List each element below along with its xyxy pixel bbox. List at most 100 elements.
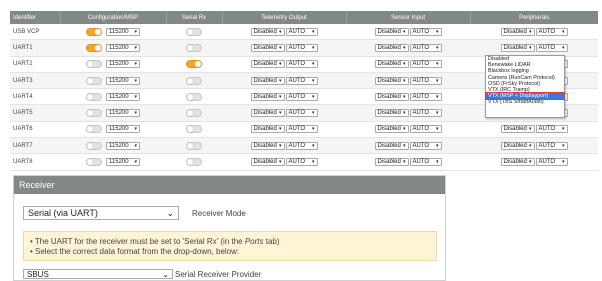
serial-rx-toggle[interactable] [186,43,202,52]
sensor-select[interactable]: Disabled ▾ [374,158,409,167]
telemetry-select-value: Disabled [253,77,277,84]
sensor-baud-select[interactable]: AUTO ▾ [409,76,442,85]
telemetry-baud-select[interactable]: AUTO ▾ [285,60,318,69]
sensor-baud-select[interactable]: AUTO ▾ [409,158,442,167]
telemetry-baud-select[interactable]: AUTO ▾ [285,43,318,52]
peripheral-baud-select[interactable]: AUTO ▾ [535,43,568,52]
sensor-select-value: Disabled [377,142,401,149]
telemetry-select[interactable]: Disabled ▾ [250,60,285,69]
baud-select[interactable]: 115200 ▾ [106,125,140,134]
sensor-select[interactable]: Disabled ▾ [374,109,409,118]
serial-rx-toggle[interactable] [186,158,202,167]
telemetry-select[interactable]: Disabled ▾ [250,92,285,101]
baud-select[interactable]: 115200 ▾ [106,141,140,150]
msp-toggle[interactable] [86,92,102,101]
peripheral-select[interactable]: Disabled▾ [500,43,535,52]
telemetry-baud-select[interactable]: AUTO ▾ [285,109,318,118]
baud-select[interactable]: 115200 ▾ [106,43,140,52]
msp-toggle[interactable] [86,76,102,85]
baud-select[interactable]: 115200 ▾ [106,27,140,36]
peripheral-baud-select[interactable]: AUTO ▾ [535,158,568,167]
receiver-mode-select[interactable]: Serial (via UART) ⌄ [23,206,179,220]
sensor-select[interactable]: Disabled ▾ [374,141,409,150]
sensor-select[interactable]: Disabled ▾ [374,125,409,134]
sensor-cell: Disabled ▾ AUTO ▾ [346,104,470,122]
serial-rx-toggle[interactable] [186,60,202,69]
peripheral-option[interactable]: Camera (RunCam Protocol) [486,75,564,81]
peripheral-dropdown-menu[interactable]: Disabled Benewake LIDAR Blackbox logging… [485,55,565,118]
receiver-note: • The UART for the receiver must be set … [23,231,437,261]
serial-rx-toggle[interactable] [186,92,202,101]
peripheral-baud-select[interactable]: AUTO ▾ [535,141,568,150]
chevron-down-icon: ▾ [311,110,315,117]
serial-provider-select[interactable]: SBUS ⌄ [23,269,173,279]
configuration-msp-cell: 115200 ▾ [60,39,166,57]
serial-rx-toggle[interactable] [186,125,202,134]
sensor-baud-select-value: AUTO [412,126,430,133]
sensor-select[interactable]: Disabled ▾ [374,27,409,36]
chevron-down-icon: ▾ [278,28,282,35]
configuration-msp-cell: 115200 ▾ [60,56,166,73]
telemetry-select-value: Disabled [253,93,277,100]
telemetry-baud-select[interactable]: AUTO ▾ [285,76,318,85]
telemetry-select[interactable]: Disabled ▾ [250,76,285,85]
telemetry-select-value: Disabled [253,44,277,51]
baud-select[interactable]: 115200 ▾ [106,109,140,118]
telemetry-baud-select[interactable]: AUTO ▾ [285,125,318,134]
sensor-baud-select[interactable]: AUTO ▾ [409,92,442,101]
peripheral-select[interactable]: Disabled▾ [500,158,535,167]
telemetry-cell: Disabled ▾ AUTO ▾ [222,24,346,41]
peripheral-select[interactable]: Disabled▾ [500,141,535,150]
msp-toggle[interactable] [86,43,102,52]
baud-select[interactable]: 115200 ▾ [106,92,140,101]
sensor-baud-select[interactable]: AUTO ▾ [409,141,442,150]
sensor-baud-select[interactable]: AUTO ▾ [409,60,442,69]
telemetry-select[interactable]: Disabled ▾ [250,27,285,36]
sensor-select[interactable]: Disabled ▾ [374,43,409,52]
sensor-baud-select[interactable]: AUTO ▾ [409,43,442,52]
sensor-select[interactable]: Disabled ▾ [374,92,409,101]
baud-select[interactable]: 115200 ▾ [106,60,140,69]
sensor-cell: Disabled ▾ AUTO ▾ [346,39,470,57]
baud-select-value: 115200 [109,28,129,35]
sensor-select[interactable]: Disabled ▾ [374,76,409,85]
baud-select-value: 115200 [109,61,129,68]
sensor-baud-select[interactable]: AUTO ▾ [409,125,442,134]
serial-rx-toggle[interactable] [186,27,202,36]
telemetry-baud-select[interactable]: AUTO ▾ [285,158,318,167]
chevron-down-icon: ▾ [435,126,439,133]
sensor-cell: Disabled ▾ AUTO ▾ [346,72,470,90]
serial-rx-toggle[interactable] [186,141,202,150]
telemetry-baud-select[interactable]: AUTO ▾ [285,92,318,101]
peripheral-select[interactable]: Disabled▾ [500,125,535,134]
telemetry-select[interactable]: Disabled ▾ [250,141,285,150]
msp-toggle[interactable] [86,27,102,36]
sensor-baud-select[interactable]: AUTO ▾ [409,27,442,36]
sensor-select[interactable]: Disabled ▾ [374,60,409,69]
peripheral-select[interactable]: Disabled▾ [500,27,535,36]
serial-rx-toggle[interactable] [186,76,202,85]
baud-select[interactable]: 115200 ▾ [106,76,140,85]
telemetry-select[interactable]: Disabled ▾ [250,125,285,134]
msp-toggle[interactable] [86,125,102,134]
telemetry-select[interactable]: Disabled ▾ [250,158,285,167]
telemetry-select[interactable]: Disabled ▾ [250,109,285,118]
msp-toggle[interactable] [86,60,102,69]
toggle-knob [195,61,201,68]
toggle-knob [187,93,193,100]
msp-toggle[interactable] [86,141,102,150]
peripheral-baud-select[interactable]: AUTO ▾ [535,27,568,36]
baud-select[interactable]: 115200 ▾ [106,158,140,167]
msp-toggle[interactable] [86,158,102,167]
serial-rx-toggle[interactable] [186,109,202,118]
peripheral-select-value: Disabled [503,44,527,51]
sensor-baud-select[interactable]: AUTO ▾ [409,109,442,118]
chevron-down-icon: ▾ [561,142,565,149]
telemetry-baud-select[interactable]: AUTO ▾ [285,141,318,150]
peripheral-baud-select[interactable]: AUTO ▾ [535,125,568,134]
msp-toggle[interactable] [86,109,102,118]
telemetry-baud-select[interactable]: AUTO ▾ [285,27,318,36]
telemetry-select[interactable]: Disabled ▾ [250,43,285,52]
receiver-mode-row: Serial (via UART) ⌄ Receiver Mode [23,206,246,220]
peripheral-option[interactable]: VTX (TBS SmartAudio) [486,99,564,105]
